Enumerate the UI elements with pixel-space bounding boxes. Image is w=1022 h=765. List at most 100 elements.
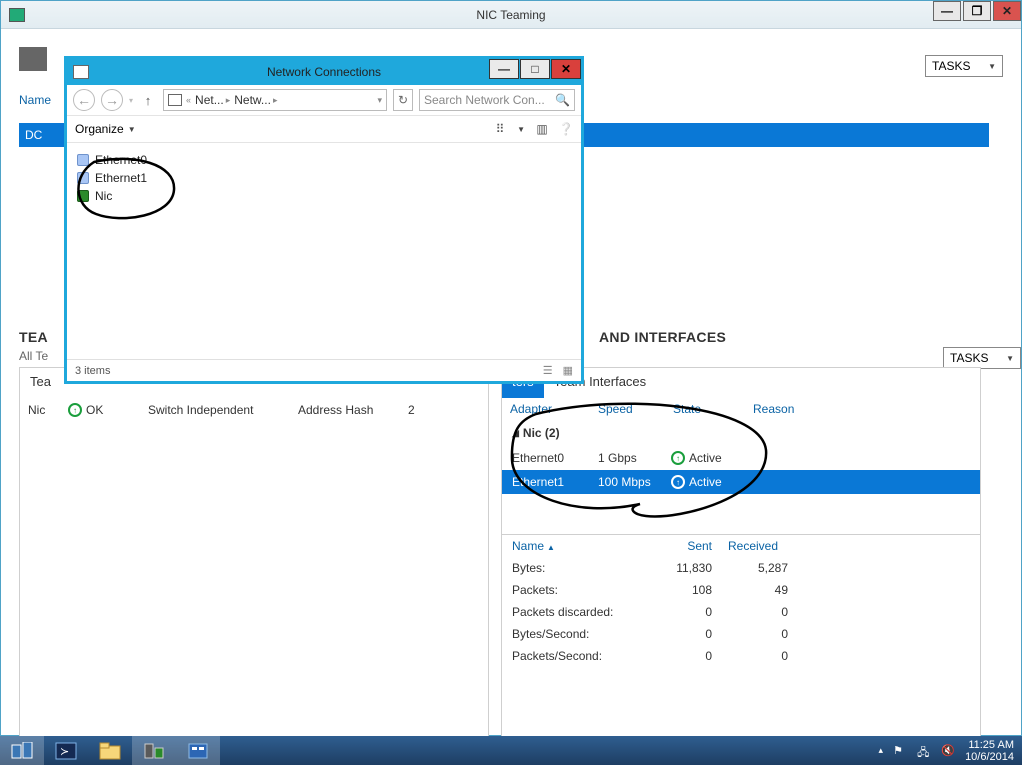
teams-subheading: All Te (19, 349, 48, 363)
connection-item[interactable]: Nic (77, 187, 571, 205)
group-label: Nic (2) (523, 426, 560, 440)
explorer-window-controls: — □ ✕ (488, 59, 581, 81)
sort-caret-icon: ▲ (547, 543, 555, 552)
adapter-name: Ethernet0 (512, 451, 598, 465)
history-caret-icon[interactable]: ▾ (129, 96, 133, 105)
stat-recv: 0 (728, 605, 788, 619)
dropdown-caret-icon: ▼ (988, 62, 996, 71)
minimize-button[interactable]: — (933, 1, 961, 21)
adapters-heading: AND INTERFACES (599, 329, 726, 345)
action-center-icon[interactable]: ⚑ (893, 744, 907, 758)
taskbar-powershell[interactable]: ≻ (44, 736, 88, 765)
stat-sent: 0 (652, 627, 712, 641)
stat-sent: 0 (652, 649, 712, 663)
stat-name: Packets discarded: (512, 605, 652, 619)
collapse-caret-icon: ◢ (512, 428, 519, 439)
view-options-icon[interactable]: ⠿ (493, 122, 507, 136)
details-view-icon[interactable]: ☰ (543, 364, 553, 377)
stat-name: Packets: (512, 583, 652, 597)
main-titlebar: NIC Teaming — ❐ ✕ (1, 1, 1021, 29)
preview-pane-icon[interactable]: ▥ (535, 122, 549, 136)
col-stat-name[interactable]: Name▲ (512, 539, 652, 553)
address-dropdown-icon[interactable]: ▾ (377, 95, 382, 106)
breadcrumb-segment[interactable]: Netw...▸ (234, 93, 277, 107)
tasks-label: TASKS (932, 59, 970, 73)
connection-label: Ethernet1 (95, 171, 147, 185)
ethernet-icon (77, 154, 89, 166)
up-arrow-icon: ↑ (671, 475, 685, 489)
taskbar-explorer[interactable] (88, 736, 132, 765)
team-status: ↑ OK (68, 403, 148, 417)
stat-row: Bytes: 11,830 5,287 (502, 557, 980, 579)
tasks-dropdown[interactable]: TASKS ▼ (925, 55, 1003, 77)
close-button[interactable]: ✕ (551, 59, 581, 79)
stat-row: Bytes/Second: 0 0 (502, 623, 980, 645)
minimize-button[interactable]: — (489, 59, 519, 79)
tasks-label: TASKS (950, 351, 988, 365)
taskbar-nic-teaming[interactable] (132, 736, 176, 765)
maximize-button[interactable]: ❐ (963, 1, 991, 21)
adapter-speed: 100 Mbps (598, 475, 671, 489)
stat-sent: 0 (652, 605, 712, 619)
col-state[interactable]: State (673, 402, 753, 416)
close-button[interactable]: ✕ (993, 1, 1021, 21)
maximize-button[interactable]: □ (520, 59, 550, 79)
organize-menu[interactable]: Organize ▼ (75, 122, 136, 136)
taskbar-server-manager[interactable] (0, 736, 44, 765)
breadcrumb-segment[interactable]: Net...▸ (195, 93, 230, 107)
refresh-button[interactable]: ↻ (393, 89, 413, 111)
breadcrumb-sep-icon: « (186, 95, 191, 105)
team-row[interactable]: Nic ↑ OK Switch Independent Address Hash… (20, 397, 488, 423)
explorer-content: Ethernet0 Ethernet1 Nic (67, 143, 581, 359)
back-button[interactable]: ← (73, 89, 95, 111)
stat-recv: 5,287 (728, 561, 788, 575)
col-sent[interactable]: Sent (652, 539, 712, 553)
col-adapter[interactable]: Adapter (510, 402, 598, 416)
col-speed[interactable]: Speed (598, 402, 673, 416)
explorer-titlebar[interactable]: Network Connections — □ ✕ (67, 59, 581, 85)
taskbar-control-panel[interactable] (176, 736, 220, 765)
search-input[interactable]: Search Network Con... 🔍 (419, 89, 575, 111)
teaming-mode: Switch Independent (148, 403, 298, 417)
svg-text:≻: ≻ (60, 746, 69, 758)
view-caret-icon[interactable]: ▼ (517, 125, 525, 134)
teams-heading: TEA (19, 329, 48, 345)
address-bar[interactable]: « Net...▸ Netw...▸ ▾ (163, 89, 387, 111)
adapter-row[interactable]: Ethernet0 1 Gbps ↑ Active (502, 446, 980, 470)
team-name: Nic (28, 403, 68, 417)
col-received[interactable]: Received (728, 539, 798, 553)
stat-sent: 108 (652, 583, 712, 597)
volume-icon[interactable]: 🔇 (941, 744, 955, 758)
adapter-count: 2 (408, 403, 438, 417)
stat-name: Bytes: (512, 561, 652, 575)
adapters-tasks-dropdown[interactable]: TASKS ▼ (943, 347, 1021, 369)
explorer-toolbar: Organize ▼ ⠿ ▼ ▥ ❔ (67, 115, 581, 143)
stat-row: Packets/Second: 0 0 (502, 645, 980, 667)
tray-caret-icon[interactable]: ▴ (879, 745, 884, 756)
teams-tab[interactable]: Tea (20, 368, 61, 397)
help-icon[interactable]: ❔ (559, 122, 573, 136)
teams-pane: Tea Nic ↑ OK Switch Independent Address … (19, 367, 489, 742)
icons-view-icon[interactable]: ▦ (563, 364, 573, 377)
window-controls: — ❐ ✕ (931, 1, 1021, 23)
search-placeholder: Search Network Con... (424, 93, 545, 107)
date-text: 10/6/2014 (965, 751, 1014, 763)
clock[interactable]: 11:25 AM 10/6/2014 (965, 739, 1014, 763)
stat-recv: 0 (728, 649, 788, 663)
toolbar-right: ⠿ ▼ ▥ ❔ (493, 122, 573, 136)
col-reason[interactable]: Reason (753, 402, 833, 416)
ethernet-icon (77, 172, 89, 184)
column-name-header[interactable]: Name (19, 93, 51, 107)
adapter-state: ↑ Active (671, 451, 751, 465)
taskbar: ≻ ▴ ⚑ 🖧 🔇 11:25 AM 10/6/2014 (0, 736, 1022, 765)
stat-name: Packets/Second: (512, 649, 652, 663)
connection-item[interactable]: Ethernet0 (77, 151, 571, 169)
team-group[interactable]: ◢ Nic (2) (502, 420, 980, 446)
stat-sent: 11,830 (652, 561, 712, 575)
view-mode-icons: ☰ ▦ (543, 364, 573, 377)
adapter-row[interactable]: Ethernet1 100 Mbps ↑ Active (502, 470, 980, 494)
connection-item[interactable]: Ethernet1 (77, 169, 571, 187)
forward-button[interactable]: → (101, 89, 123, 111)
up-button[interactable]: ↑ (139, 91, 157, 109)
network-tray-icon[interactable]: 🖧 (917, 744, 931, 758)
